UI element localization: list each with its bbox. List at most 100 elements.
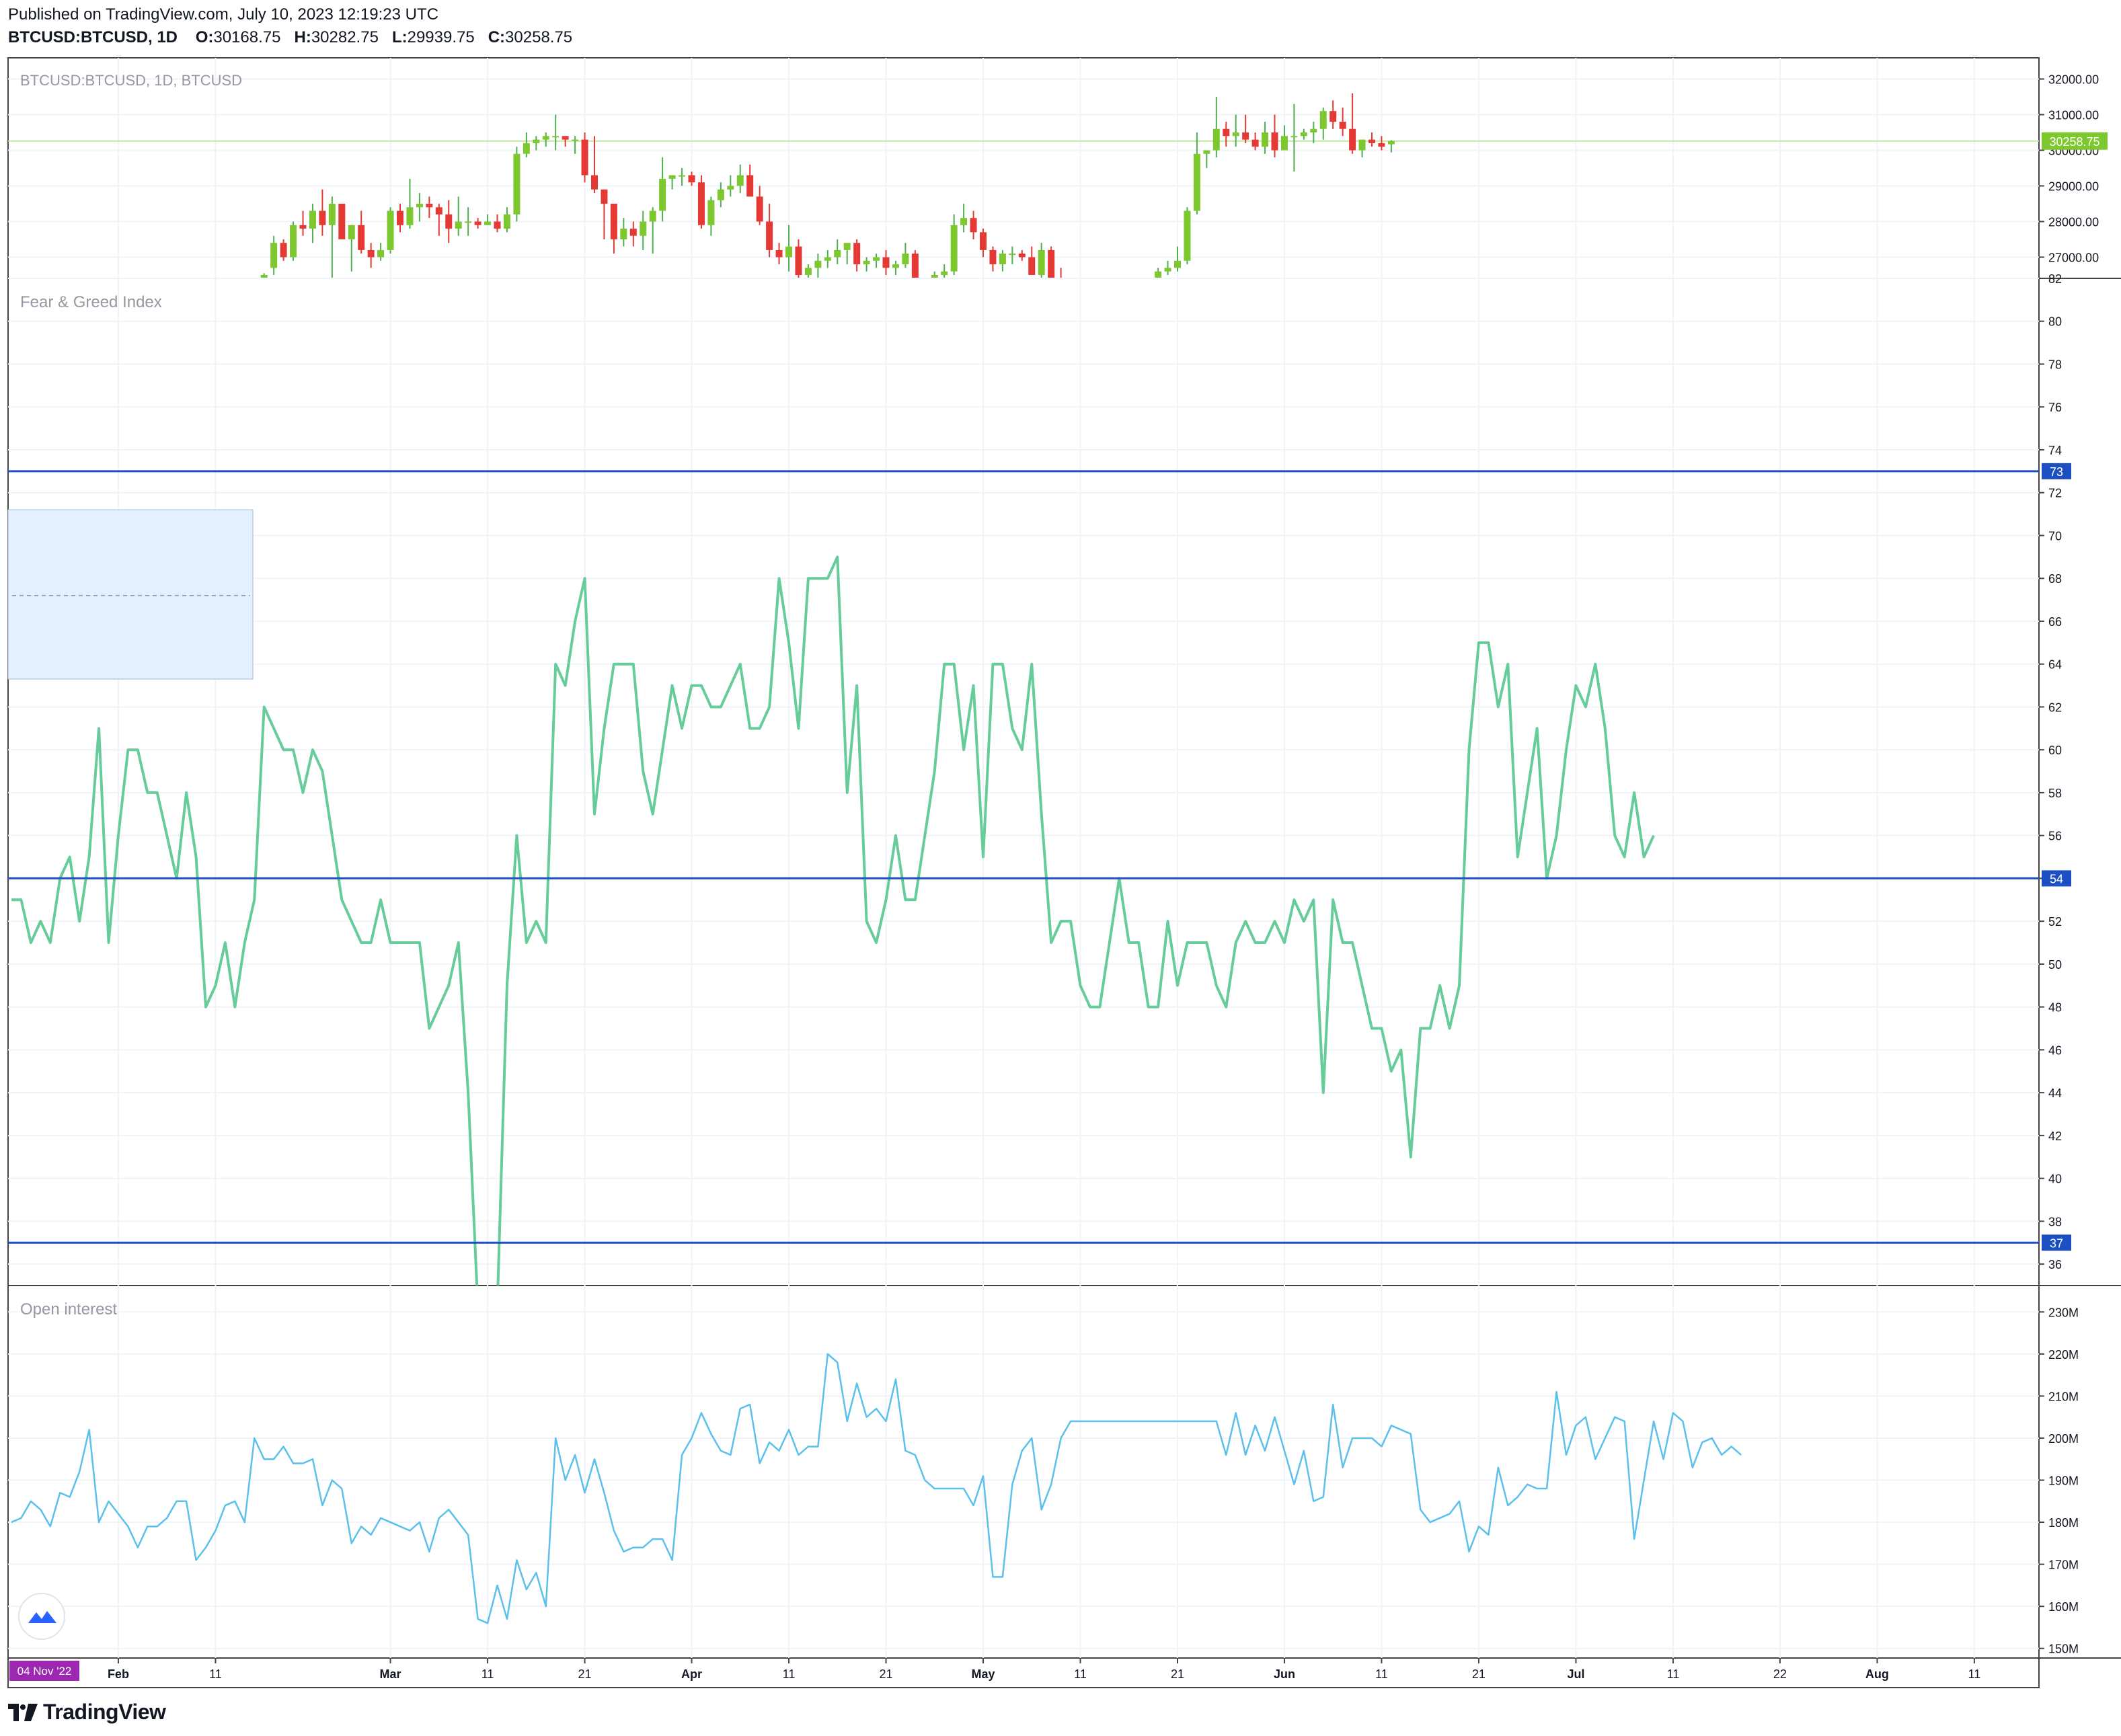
candle-body <box>406 207 414 225</box>
candle-body <box>1184 210 1191 261</box>
candle-body <box>1135 286 1142 300</box>
candle-body <box>290 225 297 258</box>
candle-body <box>795 246 802 275</box>
time-tick-label: 22 <box>1773 1667 1787 1681</box>
candle-body <box>591 175 598 190</box>
candle-body <box>1349 128 1356 151</box>
candle-body <box>649 210 656 222</box>
candle-body <box>377 249 385 258</box>
fg-tick-label: 76 <box>2048 401 2062 414</box>
fg-tick-label: 58 <box>2048 787 2062 800</box>
level-tag-label: 37 <box>2050 1236 2063 1250</box>
fg-tick-label: 48 <box>2048 1001 2062 1015</box>
candle-body <box>1126 289 1132 300</box>
candle-body <box>1212 128 1220 151</box>
level-tag-label: 54 <box>2050 872 2063 885</box>
time-tick-label: 11 <box>209 1667 222 1681</box>
candle-body <box>280 243 287 258</box>
fg-tick-label: 50 <box>2048 958 2062 972</box>
candle-body <box>1280 136 1288 151</box>
open-interest-pane-title: Open interest <box>20 1300 117 1318</box>
time-tick-label: 11 <box>1375 1667 1388 1681</box>
candle-body <box>1368 139 1375 143</box>
candle-body <box>1096 303 1103 311</box>
fg-tick-label: 70 <box>2048 529 2062 543</box>
candle-body <box>843 243 851 250</box>
candle-body <box>270 243 278 268</box>
oi-tick-label: 160M <box>2048 1600 2079 1614</box>
price-tick-label: 32000.00 <box>2048 73 2099 87</box>
open-interest-line <box>11 1353 1742 1624</box>
time-tick-label: Jul <box>1567 1667 1584 1681</box>
candle-body <box>902 253 909 265</box>
candle-body <box>1329 111 1337 122</box>
time-tick-label: Apr <box>681 1667 702 1681</box>
fg-tick-label: 42 <box>2048 1130 2062 1143</box>
candle-body <box>610 204 617 239</box>
candle-body <box>1358 139 1366 151</box>
oi-tick-label: 170M <box>2048 1559 2079 1572</box>
candle-body <box>640 221 647 236</box>
candle-body <box>1164 268 1171 272</box>
fg-tick-label: 40 <box>2048 1173 2062 1186</box>
candle-body <box>1048 249 1055 278</box>
candle-body <box>999 253 1006 265</box>
candle-body <box>1174 260 1181 268</box>
candle-body <box>1009 253 1016 255</box>
time-tick-label: 11 <box>1968 1667 1981 1681</box>
candle-body <box>659 178 666 211</box>
candle-body <box>668 175 676 179</box>
time-tick-label: 11 <box>1074 1667 1087 1681</box>
chart-canvas[interactable]: 32000.0031000.0030000.0029000.0028000.00… <box>0 0 2121 1736</box>
candle-body <box>882 257 890 268</box>
candle-body <box>367 249 375 258</box>
candle-body <box>1116 289 1122 297</box>
candle-body <box>474 221 481 225</box>
tradingview-logo-icon <box>8 1703 38 1721</box>
candle-body <box>756 196 763 222</box>
candle-body <box>465 221 472 223</box>
candle-body <box>970 218 977 233</box>
oi-tick-label: 220M <box>2048 1348 2079 1362</box>
candle-body <box>863 260 870 265</box>
candle-body <box>697 182 705 225</box>
cloud-badge[interactable] <box>18 1593 65 1640</box>
candle-body <box>960 218 968 225</box>
fg-tick-label: 80 <box>2048 315 2062 329</box>
candle-body <box>503 214 510 229</box>
candle-body <box>299 225 307 229</box>
candle-body <box>523 143 530 154</box>
candle-body <box>853 243 861 265</box>
candle-body <box>1319 111 1327 129</box>
candle-body <box>620 229 627 239</box>
candle-body <box>445 214 453 229</box>
fg-tick-label: 68 <box>2048 572 2062 586</box>
fg-tick-label: 66 <box>2048 615 2062 629</box>
oi-tick-label: 210M <box>2048 1390 2079 1403</box>
candle-body <box>494 221 501 229</box>
candle-body <box>562 136 569 140</box>
candle-body <box>824 257 831 261</box>
price-tick-label: 31000.00 <box>2048 109 2099 122</box>
level-tag-label: 73 <box>2050 465 2063 479</box>
candle-body <box>416 204 423 208</box>
time-tick-label: Jun <box>1274 1667 1295 1681</box>
candle-body <box>513 153 520 214</box>
candle-body <box>1106 297 1113 304</box>
candle-body <box>581 139 588 175</box>
candle-body <box>766 221 773 250</box>
plot-frame <box>7 57 2040 1688</box>
candle-body <box>931 275 938 278</box>
candle-body <box>328 204 336 225</box>
candle-body <box>746 175 754 197</box>
range-selection-box[interactable] <box>7 509 254 680</box>
candle-body <box>804 268 812 275</box>
oi-tick-label: 230M <box>2048 1306 2079 1319</box>
candle-body <box>629 229 637 236</box>
time-tick-label: 21 <box>879 1667 892 1681</box>
candle-body <box>319 210 326 225</box>
candle-body <box>1145 286 1152 293</box>
candle-body <box>727 186 734 190</box>
candle-body <box>426 204 433 208</box>
candle-body <box>1028 257 1036 275</box>
